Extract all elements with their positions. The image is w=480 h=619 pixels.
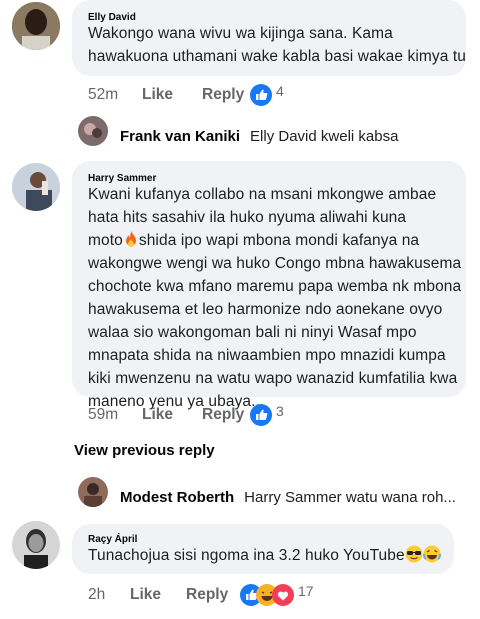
reply-button[interactable]: Reply: [202, 406, 250, 424]
like-button[interactable]: Like: [142, 86, 202, 104]
heart-icon: [272, 584, 294, 606]
reaction-count: 3: [276, 403, 284, 419]
avatar-modest-roberth[interactable]: [78, 477, 108, 507]
reaction-summary[interactable]: 17: [240, 583, 314, 606]
avatar-harry-sammer[interactable]: [12, 163, 60, 211]
reply-text: Elly David kweli kabsa: [250, 127, 399, 145]
thumbs-up-icon: [250, 404, 272, 426]
comment-actions: 59m Like Reply 3: [88, 403, 284, 426]
reaction-count: 4: [276, 83, 284, 99]
avatar-frank-van-kaniki[interactable]: [78, 116, 108, 146]
thumbs-up-icon: [250, 84, 272, 106]
reaction-summary[interactable]: 4: [250, 83, 284, 106]
reply-preview[interactable]: Frank van Kaniki Elly David kweli kabsa: [120, 121, 398, 151]
comment-actions: 2h Like Reply 17: [88, 583, 314, 606]
fire-emoji-icon: [125, 231, 136, 247]
reply-author[interactable]: Modest Roberth: [120, 489, 234, 506]
reply-button[interactable]: Reply: [186, 586, 240, 604]
reaction-count: 17: [298, 583, 314, 599]
like-button[interactable]: Like: [142, 406, 202, 424]
reply-text: Harry Sammer watu wana roh...: [244, 488, 456, 506]
sunglasses-emoji-icon: [405, 545, 423, 563]
comment-timestamp[interactable]: 52m: [88, 86, 142, 104]
crying-laughing-emoji-icon: [422, 545, 441, 563]
reaction-summary[interactable]: 3: [250, 403, 284, 426]
reply-button[interactable]: Reply: [202, 86, 250, 104]
avatar-racy-april[interactable]: [12, 521, 60, 569]
reply-preview[interactable]: Modest Roberth Harry Sammer watu wana ro…: [120, 482, 456, 512]
comment-text: Wakongo wana wivu wa kijinga sana. Kama …: [88, 25, 466, 65]
like-button[interactable]: Like: [130, 586, 186, 604]
avatar-elly-david[interactable]: [12, 2, 60, 50]
comment-timestamp[interactable]: 59m: [88, 406, 142, 424]
comment-text: Tunachojua sisi ngoma ina 3.2 huko YouTu…: [88, 544, 441, 567]
reply-author[interactable]: Frank van Kaniki: [120, 128, 240, 145]
comment-text: Kwani kufanya collabo na msani mkongwe a…: [88, 186, 462, 410]
view-previous-reply-link[interactable]: View previous reply: [74, 442, 215, 459]
comment-timestamp[interactable]: 2h: [88, 586, 130, 604]
comment-actions: 52m Like Reply 4: [88, 83, 284, 106]
